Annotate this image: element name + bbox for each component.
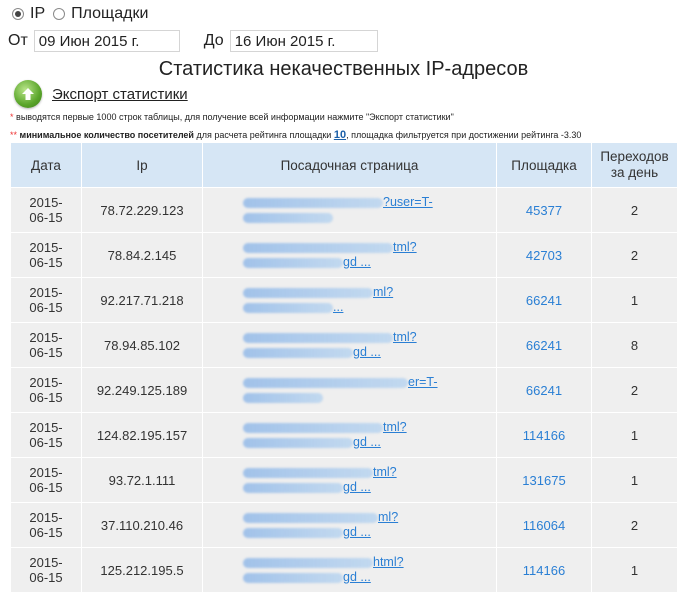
cell-date: 2015- 06-15: [10, 322, 82, 368]
table-row: 2015- 06-15 78.94.85.102 tml? gd ... 66241 8: [10, 322, 678, 368]
cell-date: 2015- 06-15: [10, 367, 82, 413]
cell-ip: 78.72.229.123: [81, 187, 203, 233]
note-rows-limit: * выводятся первые 1000 строк таблицы, д…: [10, 112, 454, 122]
cell-date: 2015- 06-15: [10, 277, 82, 323]
to-label: До: [203, 32, 224, 49]
cell-date: 2015- 06-15: [10, 457, 82, 503]
col-visits: Переходов за день: [591, 142, 678, 188]
cell-landing-page[interactable]: tml? gd ...: [202, 457, 497, 503]
mode-selector: IP Площадки: [12, 5, 156, 23]
table-row: 2015- 06-15 92.217.71.218 ml?... 66241 1: [10, 277, 678, 323]
cell-landing-page[interactable]: ml?...: [202, 277, 497, 323]
table-row: 2015- 06-15 78.84.2.145 tml? gd ... 42703 2: [10, 232, 678, 278]
cell-ip: 92.249.125.189: [81, 367, 203, 413]
cell-visits: 1: [591, 457, 678, 503]
cell-visits: 8: [591, 322, 678, 368]
cell-site: 131675: [496, 457, 592, 503]
radio-unchecked-icon[interactable]: [53, 8, 66, 20]
table-header: Дата Ip Посадочная страница Площадка Пер…: [10, 142, 678, 188]
cell-date: 2015- 06-15: [10, 232, 82, 278]
cell-ip: 93.72.1.111: [81, 457, 203, 503]
col-date: Дата: [10, 142, 82, 188]
landing-page-link[interactable]: tml?: [393, 330, 417, 344]
cell-visits: 1: [591, 412, 678, 458]
site-link[interactable]: 45377: [526, 203, 562, 218]
radio-sites[interactable]: Площадки: [53, 5, 148, 23]
cell-visits: 2: [591, 367, 678, 413]
landing-page-link[interactable]: tml?: [383, 420, 407, 434]
cell-landing-page[interactable]: tml? gd ...: [202, 322, 497, 368]
cell-ip: 78.84.2.145: [81, 232, 203, 278]
radio-ip-label: IP: [30, 5, 46, 22]
site-link[interactable]: 116064: [523, 518, 565, 533]
cell-site: 66241: [496, 322, 592, 368]
col-site: Площадка: [496, 142, 592, 188]
cell-site: 66241: [496, 367, 592, 413]
cell-ip: 125.212.195.5: [81, 547, 203, 593]
note-rating: ** минимальное количество посетителей дл…: [10, 129, 582, 141]
min-visitors-value[interactable]: 10: [334, 129, 346, 141]
table-row: 2015- 06-15 92.249.125.189 er=T- 66241 2: [10, 367, 678, 413]
date-from-field[interactable]: 09 Июн 2015 г.: [33, 30, 180, 52]
site-link[interactable]: 66241: [526, 383, 562, 398]
site-link[interactable]: 114166: [523, 563, 565, 578]
landing-page-link[interactable]: tml?: [393, 240, 417, 254]
landing-page-link[interactable]: ?user=T-: [383, 195, 433, 209]
cell-visits: 1: [591, 277, 678, 323]
cell-site: 45377: [496, 187, 592, 233]
cell-site: 114166: [496, 547, 592, 593]
landing-page-link[interactable]: er=T-: [408, 375, 438, 389]
cell-landing-page[interactable]: html? gd ...: [202, 547, 497, 593]
cell-visits: 2: [591, 187, 678, 233]
export-link[interactable]: Экспорт статистики: [52, 86, 188, 103]
radio-ip[interactable]: IP: [12, 5, 45, 23]
table-row: 2015- 06-15 93.72.1.111 tml? gd ... 131675 1: [10, 457, 678, 503]
cell-site: 66241: [496, 277, 592, 323]
cell-date: 2015- 06-15: [10, 547, 82, 593]
cell-ip: 37.110.210.46: [81, 502, 203, 548]
site-link[interactable]: 114166: [523, 428, 565, 443]
landing-page-link[interactable]: ml?: [378, 510, 398, 524]
cell-visits: 2: [591, 232, 678, 278]
date-to-field[interactable]: 16 Июн 2015 г.: [229, 30, 378, 52]
col-ip: Ip: [81, 142, 203, 188]
site-link[interactable]: 66241: [526, 293, 562, 308]
landing-page-link[interactable]: html?: [373, 555, 404, 569]
cell-visits: 2: [591, 502, 678, 548]
cell-landing-page[interactable]: ml? gd ...: [202, 502, 497, 548]
cell-landing-page[interactable]: tml? gd ...: [202, 232, 497, 278]
table-row: 2015- 06-15 78.72.229.123 ?user=T- 45377 2: [10, 187, 678, 233]
cell-ip: 124.82.195.157: [81, 412, 203, 458]
table-row: 2015- 06-15 125.212.195.5 html? gd ... 114166…: [10, 547, 678, 593]
export-stats[interactable]: Экспорт статистики: [14, 80, 188, 108]
cell-landing-page[interactable]: ?user=T-: [202, 187, 497, 233]
cell-date: 2015- 06-15: [10, 412, 82, 458]
cell-site: 114166: [496, 412, 592, 458]
cell-site: 116064: [496, 502, 592, 548]
site-link[interactable]: 42703: [526, 248, 562, 263]
landing-page-link[interactable]: tml?: [373, 465, 397, 479]
page-title: Статистика некачественных IP-адресов: [158, 58, 529, 80]
from-label: От: [8, 32, 28, 49]
cell-ip: 92.217.71.218: [81, 277, 203, 323]
landing-page-link[interactable]: ml?: [373, 285, 393, 299]
arrow-up-icon[interactable]: [14, 80, 42, 108]
site-link[interactable]: 131675: [522, 473, 565, 488]
cell-landing-page[interactable]: er=T-: [202, 367, 497, 413]
radio-sites-label: Площадки: [71, 5, 149, 22]
radio-checked-icon[interactable]: [12, 8, 24, 20]
table-row: 2015- 06-15 124.82.195.157 tml? gd ... 114166…: [10, 412, 678, 458]
cell-ip: 78.94.85.102: [81, 322, 203, 368]
cell-site: 42703: [496, 232, 592, 278]
table-row: 2015- 06-15 37.110.210.46 ml? gd ... 116064 2: [10, 502, 678, 548]
cell-landing-page[interactable]: tml? gd ...: [202, 412, 497, 458]
stats-table: Дата Ip Посадочная страница Площадка Пер…: [10, 142, 678, 593]
cell-date: 2015- 06-15: [10, 502, 82, 548]
date-range: От 09 Июн 2015 г. До 16 Июн 2015 г.: [8, 30, 378, 52]
cell-date: 2015- 06-15: [10, 187, 82, 233]
site-link[interactable]: 66241: [526, 338, 562, 353]
col-page: Посадочная страница: [202, 142, 497, 188]
cell-visits: 1: [591, 547, 678, 593]
